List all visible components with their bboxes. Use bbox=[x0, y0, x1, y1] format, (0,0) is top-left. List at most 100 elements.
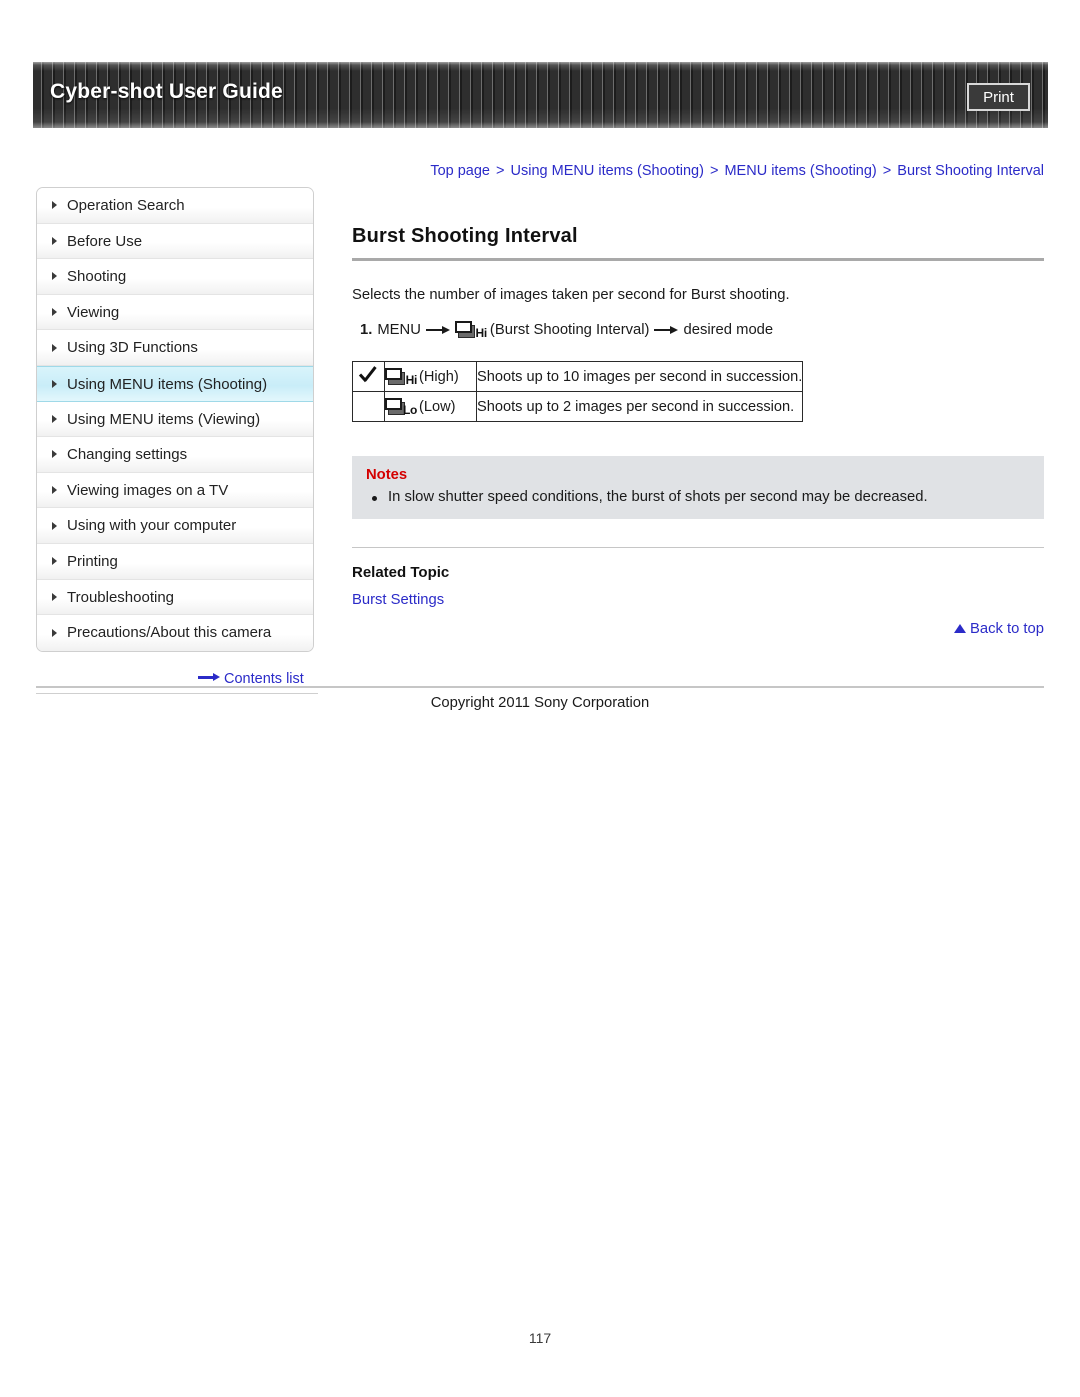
triangle-bullet-icon bbox=[52, 486, 57, 495]
mode-cell[interactable]: Hi (High) bbox=[384, 361, 477, 392]
breadcrumb-item-top-page[interactable]: Top page bbox=[430, 163, 490, 179]
sidebar-item-printing[interactable]: Printing bbox=[37, 543, 313, 580]
notes-list: In slow shutter speed conditions, the bu… bbox=[366, 489, 1030, 505]
triangle-bullet-icon bbox=[52, 201, 57, 210]
mode-label: (High) bbox=[419, 368, 459, 385]
sidebar-item-label: Viewing bbox=[67, 303, 120, 321]
breadcrumb-item-using-menu-items-shooting[interactable]: Using MENU items (Shooting) bbox=[511, 163, 704, 179]
contents-list-label: Contents list bbox=[224, 671, 304, 687]
sidebar-item-using-3d-functions[interactable]: Using 3D Functions bbox=[37, 330, 313, 366]
copyright-text: Copyright 2011 Sony Corporation bbox=[430, 695, 650, 711]
footer-divider bbox=[36, 686, 1044, 688]
burst-icon-front-frame bbox=[385, 398, 402, 410]
arrow-right-icon bbox=[425, 325, 450, 335]
sidebar-item-label: Operation Search bbox=[67, 197, 185, 214]
sidebar-item-label: Troubleshooting bbox=[67, 588, 175, 606]
triangle-bullet-icon bbox=[52, 343, 57, 352]
breadcrumb-separator: > bbox=[496, 163, 505, 179]
burst-shooting-interval-icon: Hi bbox=[454, 320, 488, 340]
triangle-bullet-icon bbox=[52, 236, 57, 245]
intro-paragraph: Selects the number of images taken per s… bbox=[352, 287, 790, 303]
sidebar-item-using-with-your-computer[interactable]: Using with your computer bbox=[37, 508, 313, 544]
triangle-bullet-icon bbox=[52, 557, 57, 566]
print-button[interactable]: Print bbox=[967, 83, 1030, 111]
breadcrumb-item-current: Burst Shooting Interval bbox=[897, 163, 1044, 179]
triangle-up-icon bbox=[953, 624, 966, 633]
triangle-bullet-icon bbox=[52, 379, 57, 388]
burst-icon-letters: Hi bbox=[405, 373, 418, 387]
mode-label: (Low) bbox=[419, 398, 456, 415]
menu-label: MENU bbox=[377, 321, 421, 338]
page-number: 117 bbox=[528, 1330, 552, 1346]
sidebar-item-label: Using MENU items (Shooting) bbox=[67, 375, 268, 393]
sidebar-item-using-menu-items-viewing[interactable]: Using MENU items (Viewing) bbox=[37, 401, 313, 438]
step-icon-caption: (Burst Shooting Interval) bbox=[489, 321, 650, 338]
notes-box: Notes In slow shutter speed conditions, … bbox=[352, 456, 1044, 519]
sidebar-item-label: Shooting bbox=[67, 268, 127, 286]
step-number: 1. bbox=[360, 321, 373, 338]
arrow-right-icon bbox=[198, 673, 220, 682]
title-divider bbox=[352, 258, 1044, 261]
breadcrumb-separator: > bbox=[709, 163, 719, 179]
sidebar-item-label: Precautions/About this camera bbox=[67, 624, 272, 642]
site-header: Cyber-shot User Guide Print bbox=[33, 62, 1048, 128]
sidebar-item-changing-settings[interactable]: Changing settings bbox=[37, 437, 313, 473]
site-title: Cyber-shot User Guide bbox=[50, 80, 283, 103]
mode-description: Shoots up to 10 images per second in suc… bbox=[475, 361, 804, 392]
sidebar-item-label: Using MENU items (Viewing) bbox=[67, 410, 261, 428]
breadcrumb: Top page > Using MENU items (Shooting) >… bbox=[352, 163, 1044, 179]
sidebar-item-before-use[interactable]: Before Use bbox=[37, 223, 313, 260]
step-result: desired mode bbox=[683, 321, 774, 338]
table-row: Hi (High) Shoots up to 10 images per sec… bbox=[352, 361, 804, 392]
triangle-bullet-icon bbox=[52, 521, 57, 530]
list-item: In slow shutter speed conditions, the bu… bbox=[366, 489, 1030, 505]
sidebar-item-viewing-images-on-a-tv[interactable]: Viewing images on a TV bbox=[37, 472, 313, 509]
main-content: Burst Shooting Interval Selects the numb… bbox=[352, 225, 1044, 637]
related-divider bbox=[352, 547, 1044, 548]
burst-icon-front-frame bbox=[385, 368, 402, 380]
sidebar-item-label: Using 3D Functions bbox=[67, 339, 198, 357]
notes-title: Notes bbox=[366, 467, 408, 483]
back-to-top-label: Back to top bbox=[969, 621, 1044, 637]
mode-cell[interactable]: Lo (Low) bbox=[384, 391, 477, 422]
sidebar-navigation: Operation Search Before Use Shooting Vie… bbox=[36, 187, 314, 652]
sidebar-item-using-menu-items-shooting[interactable]: Using MENU items (Shooting) bbox=[37, 365, 313, 402]
triangle-bullet-icon bbox=[52, 592, 57, 601]
burst-icon-front-frame bbox=[454, 321, 472, 333]
step-instruction: 1. MENU Hi (Burst Shooting Interval) des… bbox=[352, 320, 1044, 340]
triangle-bullet-icon bbox=[52, 272, 57, 281]
sidebar-item-viewing[interactable]: Viewing bbox=[37, 294, 313, 331]
breadcrumb-separator: > bbox=[882, 163, 892, 179]
sidebar-item-troubleshooting[interactable]: Troubleshooting bbox=[37, 579, 313, 616]
triangle-bullet-icon bbox=[52, 308, 57, 317]
back-to-top-link[interactable]: Back to top bbox=[352, 621, 1044, 637]
breadcrumb-item-menu-items-shooting[interactable]: MENU items (Shooting) bbox=[724, 163, 876, 179]
sidebar-item-precautions-about-this-camera[interactable]: Precautions/About this camera bbox=[37, 615, 313, 651]
contents-list-link[interactable]: Contents list bbox=[198, 671, 304, 687]
burst-icon-letters: Hi bbox=[475, 326, 488, 340]
related-topic-link-burst-settings[interactable]: Burst Settings bbox=[352, 592, 444, 608]
checkmark-icon bbox=[358, 366, 380, 384]
selected-cell bbox=[352, 361, 385, 392]
table-row: Lo (Low) Shoots up to 2 images per secon… bbox=[352, 391, 804, 422]
sidebar-divider bbox=[36, 693, 318, 694]
burst-icon-letters: Lo bbox=[402, 403, 417, 417]
burst-low-icon: Lo bbox=[385, 397, 417, 417]
triangle-bullet-icon bbox=[52, 414, 57, 423]
sidebar-item-shooting[interactable]: Shooting bbox=[37, 259, 313, 295]
page-title: Burst Shooting Interval bbox=[352, 225, 578, 247]
burst-mode-table: Hi (High) Shoots up to 10 images per sec… bbox=[352, 361, 804, 422]
burst-high-icon: Hi bbox=[385, 367, 418, 387]
sidebar-item-label: Printing bbox=[67, 552, 118, 570]
selected-cell bbox=[352, 391, 385, 422]
arrow-right-icon bbox=[654, 325, 679, 335]
sidebar-item-label: Using with your computer bbox=[67, 517, 237, 535]
sidebar-item-label: Before Use bbox=[67, 232, 143, 250]
triangle-bullet-icon bbox=[52, 450, 57, 459]
mode-description: Shoots up to 2 images per second in succ… bbox=[475, 391, 804, 422]
sidebar-item-label: Viewing images on a TV bbox=[67, 481, 229, 499]
sidebar-item-operation-search[interactable]: Operation Search bbox=[37, 188, 313, 224]
sidebar-item-label: Changing settings bbox=[67, 446, 188, 464]
triangle-bullet-icon bbox=[52, 628, 57, 637]
related-topic-title: Related Topic bbox=[352, 564, 450, 581]
